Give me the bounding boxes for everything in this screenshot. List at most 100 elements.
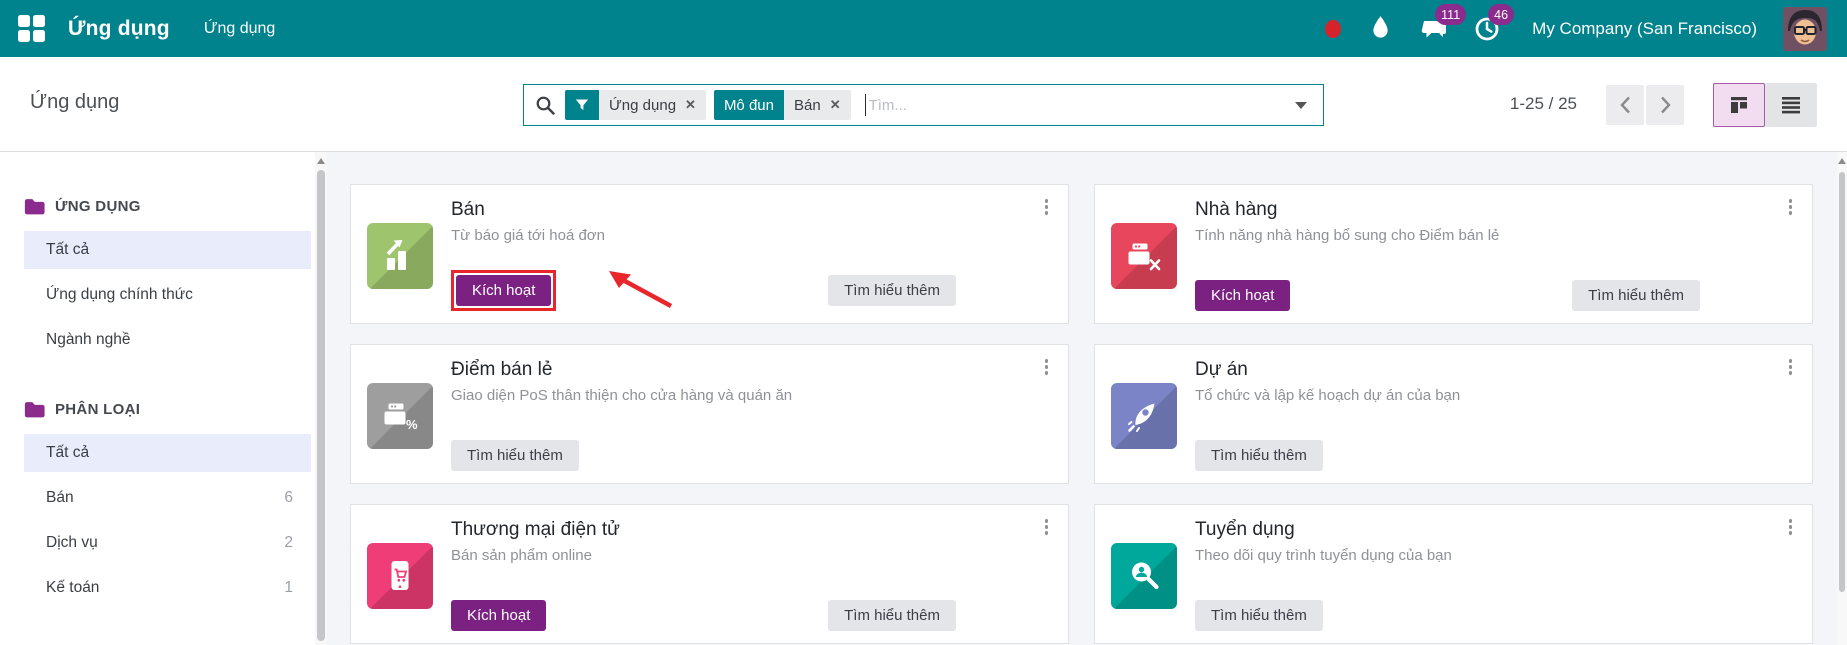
activities-badge: 46 bbox=[1488, 4, 1515, 25]
sidebar-section-categories: PHÂN LOẠI Tất cả Bán 6 Dịch vụ 2 Kế toán… bbox=[0, 401, 315, 607]
facet-value: Ứng dụng bbox=[609, 96, 677, 114]
activate-button[interactable]: Kích hoạt bbox=[456, 275, 552, 306]
text-cursor bbox=[864, 94, 866, 116]
sidebar: ỨNG DỤNG Tất cả Ứng dụng chính thức Ngàn… bbox=[0, 152, 315, 645]
category-count: 6 bbox=[284, 489, 293, 506]
sidebar-section-apps: ỨNG DỤNG Tất cả Ứng dụng chính thức Ngàn… bbox=[0, 198, 315, 359]
sidebar-item-accounting-category[interactable]: Kế toán 1 bbox=[24, 569, 311, 607]
list-view-icon bbox=[1782, 97, 1800, 114]
facet-remove-icon[interactable]: ✕ bbox=[830, 97, 841, 113]
app-card-recruitment: Tuyển dụng Theo dõi quy trình tuyển dụng… bbox=[1094, 504, 1813, 644]
menu-item-apps[interactable]: Ứng dụng bbox=[204, 20, 276, 38]
annotation-arrow-icon bbox=[609, 271, 673, 308]
chevron-left-icon bbox=[1619, 96, 1630, 114]
filter-facet: Ứng dụng ✕ bbox=[565, 90, 706, 120]
app-card-subtitle: Từ báo giá tới hoá đơn bbox=[451, 227, 605, 244]
kebab-menu-icon[interactable] bbox=[1787, 197, 1795, 217]
scroll-up-arrow-icon[interactable] bbox=[317, 158, 325, 164]
sidebar-scrollbar[interactable] bbox=[315, 152, 327, 645]
chevron-right-icon bbox=[1660, 96, 1671, 114]
app-card-title: Nhà hàng bbox=[1195, 199, 1278, 220]
sidebar-item-industries[interactable]: Ngành nghề bbox=[24, 321, 311, 359]
kanban-view: Bán Từ báo giá tới hoá đơn Kích hoạt Tìm… bbox=[327, 152, 1838, 645]
view-switcher-kanban[interactable] bbox=[1713, 83, 1765, 127]
pos-app-icon: % bbox=[367, 383, 433, 449]
filter-funnel-icon bbox=[565, 90, 599, 120]
activate-button[interactable]: Kích hoạt bbox=[1195, 280, 1291, 311]
user-avatar[interactable] bbox=[1783, 6, 1827, 51]
search-input[interactable] bbox=[868, 96, 1279, 114]
sidebar-item-all-categories[interactable]: Tất cả bbox=[24, 434, 311, 472]
project-app-icon bbox=[1111, 383, 1177, 449]
learn-more-button[interactable]: Tìm hiểu thêm bbox=[1195, 600, 1323, 631]
facet-label: Mô đun bbox=[713, 90, 784, 120]
app-card-title: Điểm bán lẻ bbox=[451, 359, 553, 380]
main-scrollbar[interactable] bbox=[1837, 152, 1847, 645]
category-count: 1 bbox=[284, 579, 293, 596]
company-switcher[interactable]: My Company (San Francisco) bbox=[1532, 19, 1757, 39]
learn-more-button[interactable]: Tìm hiểu thêm bbox=[1572, 280, 1700, 311]
app-title: Ứng dụng bbox=[68, 16, 170, 40]
sidebar-section-title: PHÂN LOẠI bbox=[55, 401, 141, 418]
view-switcher bbox=[1713, 83, 1817, 127]
app-card-title: Thương mại điện tử bbox=[451, 519, 620, 540]
recording-indicator-icon bbox=[1325, 19, 1342, 38]
app-card-subtitle: Giao diện PoS thân thiện cho cửa hàng và… bbox=[451, 387, 793, 404]
activities-clock-icon[interactable]: 46 bbox=[1473, 4, 1515, 42]
sales-app-icon bbox=[367, 223, 433, 289]
learn-more-button[interactable]: Tìm hiểu thêm bbox=[828, 600, 956, 631]
learn-more-button[interactable]: Tìm hiểu thêm bbox=[828, 275, 956, 306]
sidebar-item-all-apps[interactable]: Tất cả bbox=[24, 231, 311, 269]
app-card-project: Dự án Tổ chức và lập kế hoạch dự án của … bbox=[1094, 344, 1813, 484]
sidebar-item-official-apps[interactable]: Ứng dụng chính thức bbox=[24, 276, 311, 314]
messages-badge: 111 bbox=[1435, 4, 1467, 25]
kebab-menu-icon[interactable] bbox=[1043, 357, 1051, 377]
kebab-menu-icon[interactable] bbox=[1787, 517, 1795, 537]
kebab-menu-icon[interactable] bbox=[1043, 517, 1051, 537]
view-switcher-list[interactable] bbox=[1765, 83, 1817, 127]
app-card-subtitle: Bán sản phẩm online bbox=[451, 547, 592, 564]
facet-remove-icon[interactable]: ✕ bbox=[685, 97, 696, 113]
app-card-subtitle: Tổ chức và lập kế hoạch dự án của bạn bbox=[1195, 387, 1461, 404]
breadcrumb: Ứng dụng bbox=[30, 91, 120, 113]
droplet-icon[interactable] bbox=[1367, 15, 1394, 42]
sidebar-item-services-category[interactable]: Dịch vụ 2 bbox=[24, 524, 311, 562]
facet-value: Bán bbox=[793, 96, 821, 114]
app-card-title: Dự án bbox=[1195, 359, 1248, 380]
recruitment-app-icon bbox=[1111, 543, 1177, 609]
app-card-subtitle: Theo dõi quy trình tuyển dụng của bạn bbox=[1195, 547, 1452, 564]
learn-more-button[interactable]: Tìm hiểu thêm bbox=[1195, 440, 1323, 471]
pager-next-button[interactable] bbox=[1646, 85, 1684, 125]
app-card-restaurant: Nhà hàng Tính năng nhà hàng bổ sung cho … bbox=[1094, 184, 1813, 324]
apps-grid-icon[interactable] bbox=[18, 14, 46, 43]
app-card-pos: % Điểm bán lẻ Giao diện PoS thân thiện c… bbox=[350, 344, 1069, 484]
learn-more-button[interactable]: Tìm hiểu thêm bbox=[451, 440, 579, 471]
search-dropdown-toggle[interactable] bbox=[1279, 85, 1323, 125]
pager-range: 1-25 / 25 bbox=[1509, 94, 1577, 113]
folder-icon bbox=[24, 402, 45, 418]
folder-icon bbox=[24, 199, 45, 215]
activate-button[interactable]: Kích hoạt bbox=[451, 600, 547, 631]
scroll-up-arrow-icon[interactable] bbox=[1838, 158, 1846, 164]
search-bar[interactable]: Ứng dụng ✕ Mô đun Bán ✕ bbox=[523, 84, 1324, 126]
messages-icon[interactable]: 111 bbox=[1420, 4, 1467, 42]
app-card-ecommerce: Thương mại điện tử Bán sản phẩm online K… bbox=[350, 504, 1069, 644]
top-navbar: Ứng dụng Ứng dụng 111 46 My Company (San… bbox=[0, 0, 1847, 57]
pager-previous-button[interactable] bbox=[1606, 85, 1644, 125]
svg-text:%: % bbox=[406, 417, 418, 432]
category-count: 2 bbox=[284, 534, 293, 551]
kebab-menu-icon[interactable] bbox=[1787, 357, 1795, 377]
app-card-subtitle: Tính năng nhà hàng bổ sung cho Điểm bán … bbox=[1195, 227, 1500, 244]
search-icon bbox=[536, 96, 555, 115]
app-card-title: Bán bbox=[451, 199, 485, 220]
chevron-down-icon bbox=[1295, 101, 1307, 109]
sidebar-item-sales-category[interactable]: Bán 6 bbox=[24, 479, 311, 517]
app-card-sales: Bán Từ báo giá tới hoá đơn Kích hoạt Tìm… bbox=[350, 184, 1069, 324]
sidebar-section-title: ỨNG DỤNG bbox=[55, 198, 141, 215]
restaurant-app-icon bbox=[1111, 223, 1177, 289]
control-panel: Ứng dụng Ứng dụng ✕ Mô đun Bán ✕ Tìm... … bbox=[0, 57, 1847, 152]
kanban-view-icon bbox=[1731, 97, 1747, 113]
app-card-title: Tuyển dụng bbox=[1195, 519, 1295, 540]
kebab-menu-icon[interactable] bbox=[1043, 197, 1051, 217]
ecommerce-app-icon bbox=[367, 543, 433, 609]
